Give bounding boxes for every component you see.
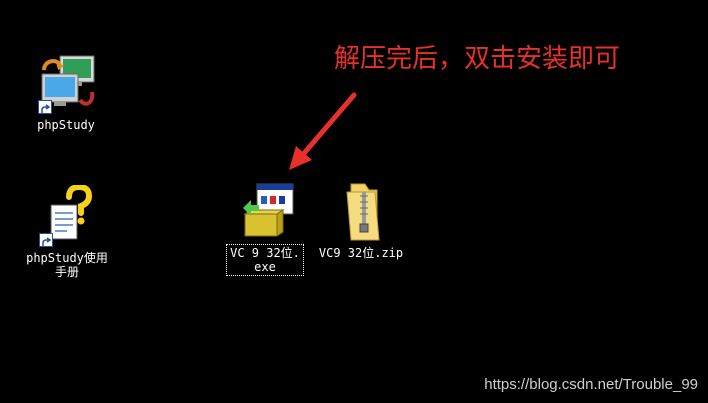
annotation-text: 解压完后，双击安装即可 xyxy=(334,44,621,74)
icon-label-vc9-zip: VC9 32位.zip xyxy=(318,246,404,260)
desktop: phpStudy phpStudy使用 手册 VC 9 32位. exe VC9… xyxy=(0,0,708,403)
desktop-icon-vc9-exe[interactable]: VC 9 32位. exe xyxy=(222,180,308,276)
zip-folder-icon xyxy=(329,180,393,244)
installer-exe-icon xyxy=(233,180,297,244)
icon-label-vc9-exe: VC 9 32位. exe xyxy=(226,244,304,276)
shortcut-arrow-icon xyxy=(38,100,52,114)
desktop-icon-phpstudy[interactable]: phpStudy xyxy=(31,52,101,132)
desktop-icon-phpstudy-manual[interactable]: phpStudy使用 手册 xyxy=(17,183,117,279)
shortcut-arrow-icon xyxy=(39,233,53,247)
watermark: https://blog.csdn.net/Trouble_99 xyxy=(484,376,698,393)
icon-label-phpstudy: phpStudy xyxy=(37,118,95,132)
help-document-icon xyxy=(35,183,99,249)
phpstudy-app-icon xyxy=(34,52,98,116)
icon-label-phpstudy-manual: phpStudy使用 手册 xyxy=(26,251,108,279)
desktop-icon-vc9-zip[interactable]: VC9 32位.zip xyxy=(316,180,406,260)
